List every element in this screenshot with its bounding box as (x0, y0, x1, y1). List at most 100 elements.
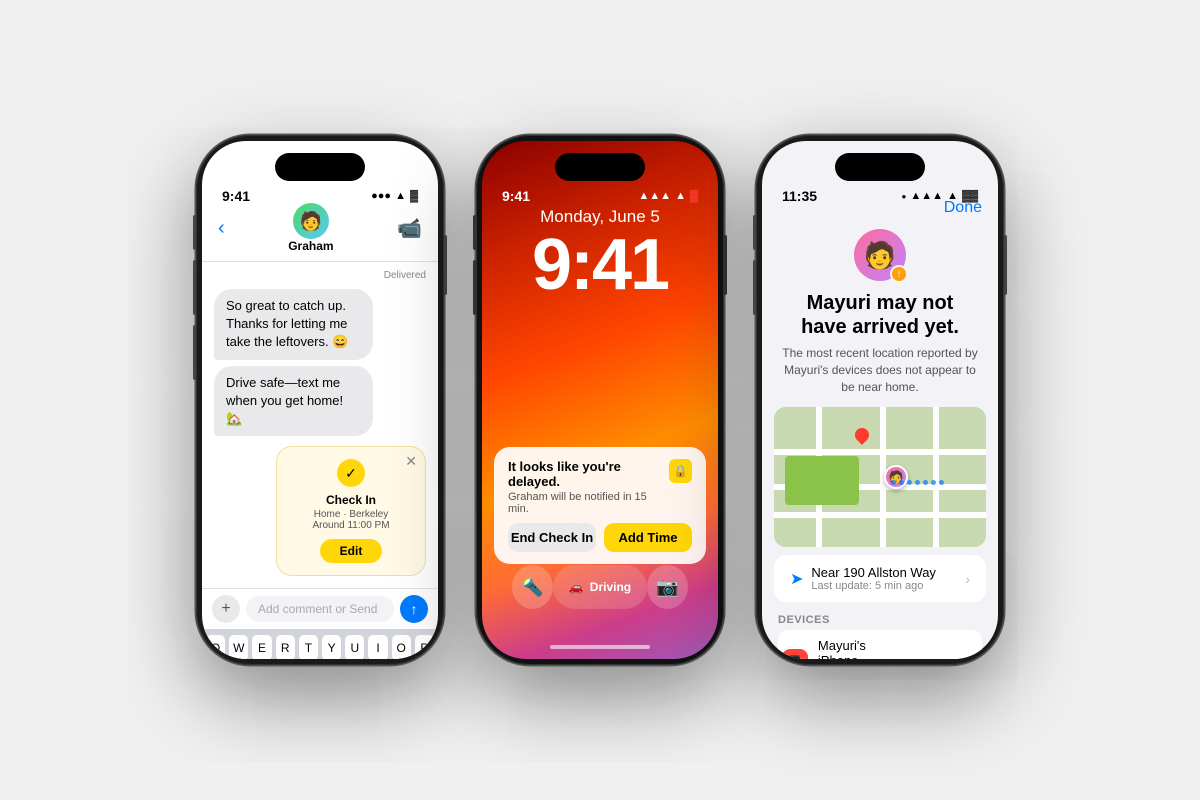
lockscreen-date: Monday, June 5 (482, 207, 718, 227)
key-r[interactable]: R (276, 635, 295, 659)
dynamic-island-2 (555, 153, 645, 181)
signal-icon-2: ▲▲▲ (638, 190, 671, 202)
phone-messages: 9:41 ●●● ▲ ▓ ‹ 🧑 Graham 📹 Delivered (196, 135, 444, 665)
messages-body: Delivered So great to catch up. Thanks f… (202, 262, 438, 588)
battery-icon-3: ▓▓ (962, 190, 978, 202)
status-icons-3: ● ▲▲▲ ▲ ▓▓ (902, 190, 978, 202)
message-bubble-2: Drive safe—text me when you get home! 🏡 (214, 366, 373, 437)
driving-mode-control[interactable]: 🚗 Driving (553, 565, 647, 609)
key-i[interactable]: I (368, 635, 387, 659)
dot-7 (939, 480, 944, 485)
driving-icon: 🚗 (569, 580, 584, 594)
check-in-title: Check In (289, 493, 413, 507)
dot-4 (915, 480, 920, 485)
delivered-label: Delivered (214, 270, 426, 281)
keyboard-row-1: Q W E R T Y U I O P (206, 635, 434, 659)
findmy-devices-section: DEVICES 📱 Mayuri's iPhone Last unlock: 5… (762, 602, 998, 659)
person-alert-badge: ! (890, 265, 908, 283)
add-attachment-button[interactable]: + (212, 595, 240, 623)
dot-1 (891, 480, 896, 485)
lockscreen-controls: 🔦 🚗 Driving 📷 (482, 565, 718, 609)
input-placeholder: Add comment or Send (258, 602, 377, 616)
home-indicator-2 (550, 645, 650, 649)
map-person-pin: 🧑 (884, 465, 908, 489)
device-info-iphone: Mayuri's iPhone Last unlock: 5 min ago (818, 638, 907, 659)
key-y[interactable]: Y (322, 635, 341, 659)
phone-lockscreen: 9:41 ▲▲▲ ▲ ▓ Monday, June 5 9:41 It look… (476, 135, 724, 665)
location-row[interactable]: ➤ Near 190 Allston Way Last update: 5 mi… (774, 555, 986, 602)
key-u[interactable]: U (345, 635, 364, 659)
key-w[interactable]: W (229, 635, 248, 659)
person-avatar: 🧑 ! (854, 229, 906, 281)
findmy-screen: 11:35 ● ▲▲▲ ▲ ▓▓ Done 🧑 ! Mayuri may not… (762, 141, 998, 659)
check-in-icon: ✓ (337, 459, 365, 487)
location-address: Near 190 Allston Way (811, 565, 965, 580)
location-text: Near 190 Allston Way Last update: 5 min … (811, 565, 965, 592)
notif-actions: End Check In Add Time (508, 523, 692, 552)
key-o[interactable]: O (392, 635, 411, 659)
notification-card: It looks like you're delayed. Graham wil… (494, 447, 706, 564)
map-park (785, 456, 859, 505)
contact-name: Graham (288, 239, 333, 253)
battery-icon-2: ▓ (690, 190, 698, 202)
check-in-close-button[interactable]: ✕ (405, 453, 417, 470)
location-icon: ➤ (790, 569, 803, 589)
findmy-map[interactable]: 🧑 (774, 407, 986, 547)
notif-text: It looks like you're delayed. Graham wil… (508, 459, 669, 515)
check-in-detail: Home · BerkeleyAround 11:00 PM (289, 509, 413, 531)
keyboard: Q W E R T Y U I O P A S D F G H (202, 629, 438, 659)
map-route-dots (891, 480, 944, 485)
device-name-iphone: Mayuri's iPhone (818, 638, 907, 659)
message-input-field[interactable]: Add comment or Send (246, 596, 394, 622)
wifi-icon-3: ▲ (947, 190, 958, 202)
battery-icon-1: ▓ (410, 190, 418, 202)
key-t[interactable]: T (299, 635, 318, 659)
phone-findmy: 11:35 ● ▲▲▲ ▲ ▓▓ Done 🧑 ! Mayuri may not… (756, 135, 1004, 665)
notif-subtitle: Graham will be notified in 15 min. (508, 491, 669, 515)
notif-title: It looks like you're delayed. (508, 459, 669, 489)
check-in-card: ✕ ✓ Check In Home · BerkeleyAround 11:00… (276, 446, 426, 576)
dot-6 (931, 480, 936, 485)
status-time-3: 11:35 (782, 188, 817, 204)
check-in-edit-button[interactable]: Edit (320, 539, 383, 563)
status-icons-2: ▲▲▲ ▲ ▓ (638, 190, 698, 202)
wifi-icon-2: ▲ (675, 190, 686, 202)
key-q[interactable]: Q (206, 635, 225, 659)
send-button[interactable]: ↑ (400, 595, 428, 623)
message-bubble-1: So great to catch up. Thanks for letting… (214, 289, 373, 360)
driving-label: Driving (590, 580, 631, 594)
contact-info[interactable]: 🧑 Graham (288, 203, 333, 253)
back-button[interactable]: ‹ (218, 217, 225, 240)
end-check-in-button[interactable]: End Check In (508, 523, 596, 552)
dot-5 (923, 480, 928, 485)
status-time-2: 9:41 (502, 188, 530, 204)
add-time-button[interactable]: Add Time (604, 523, 692, 552)
phones-container: 9:41 ●●● ▲ ▓ ‹ 🧑 Graham 📹 Delivered (196, 135, 1004, 665)
camera-control[interactable]: 📷 (647, 565, 688, 609)
dynamic-island-3 (835, 153, 925, 181)
message-input-bar: + Add comment or Send ↑ (202, 588, 438, 629)
device-battery-iphone: ▲ ▲▲▲ ▓▓ › (907, 657, 978, 659)
video-call-icon[interactable]: 📹 (397, 216, 422, 241)
devices-list: 📱 Mayuri's iPhone Last unlock: 5 min ago… (778, 630, 982, 659)
findmy-person-section: 🧑 ! Mayuri may not have arrived yet. The… (762, 225, 998, 407)
key-e[interactable]: E (252, 635, 271, 659)
contact-avatar: 🧑 (293, 203, 329, 239)
flashlight-control[interactable]: 🔦 (512, 565, 553, 609)
chevron-icon-iphone: › (973, 657, 978, 659)
dot-3 (907, 480, 912, 485)
status-icons-1: ●●● ▲ ▓ (371, 190, 418, 202)
lockscreen-screen: 9:41 ▲▲▲ ▲ ▓ Monday, June 5 9:41 It look… (482, 141, 718, 659)
dot-icon-3: ● (902, 192, 907, 201)
signal-icon-3: ▲▲▲ (910, 190, 943, 202)
key-p[interactable]: P (415, 635, 434, 659)
dot-2 (899, 480, 904, 485)
findmy-alert-title: Mayuri may not have arrived yet. (782, 291, 978, 339)
lockscreen-time: 9:41 (482, 229, 718, 301)
location-chevron-icon: › (965, 571, 970, 587)
device-row-iphone[interactable]: 📱 Mayuri's iPhone Last unlock: 5 min ago… (778, 630, 982, 659)
status-time-1: 9:41 (222, 188, 250, 204)
signal-icon-1: ●●● (371, 190, 391, 202)
dynamic-island-1 (275, 153, 365, 181)
wifi-icon-1: ▲ (395, 190, 406, 202)
